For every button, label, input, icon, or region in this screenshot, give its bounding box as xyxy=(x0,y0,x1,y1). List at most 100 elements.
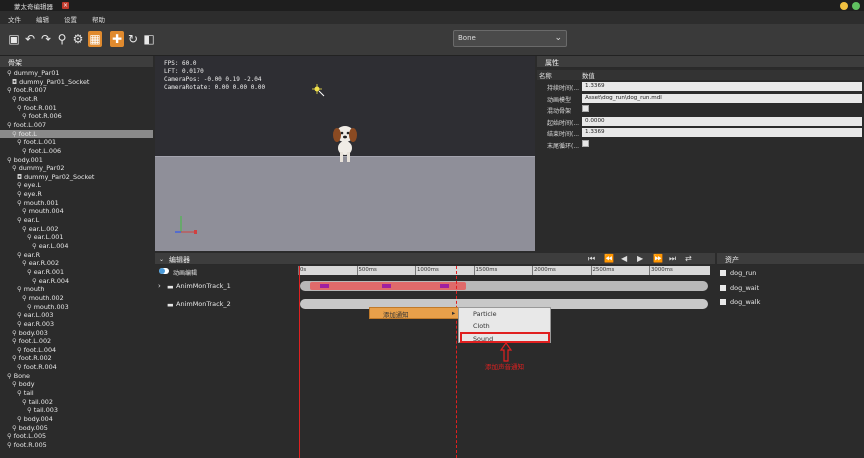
tree-item[interactable]: ⚲ ear.L.003 xyxy=(0,311,153,320)
cloth-item[interactable]: Cloth xyxy=(473,322,490,330)
tree-item[interactable]: ⚲ ear.R xyxy=(0,251,153,260)
step-forward-icon[interactable]: ⏩ xyxy=(653,254,663,263)
tree-item[interactable]: ◘ dummy_Par02_Socket xyxy=(0,173,153,182)
tree-item[interactable]: ⚲ ear.L.001 xyxy=(0,233,153,242)
tree-item[interactable]: ⚲ mouth.002 xyxy=(0,294,153,303)
tree-item[interactable]: ⚲ eye.R xyxy=(0,190,153,199)
collapse-chevron-icon[interactable]: ⌄ xyxy=(159,256,164,263)
track-expand-chevron-icon[interactable]: › xyxy=(158,282,161,290)
tree-item[interactable]: ⚲ foot.L.005 xyxy=(0,432,153,441)
tree-item[interactable]: ⚲ dummy_Par02 xyxy=(0,164,153,173)
property-checkbox[interactable] xyxy=(582,105,589,113)
tree-item[interactable]: ⚲ ear.R.004 xyxy=(0,277,153,286)
tree-item[interactable]: ⚲ mouth.004 xyxy=(0,207,153,216)
3d-viewport[interactable]: FPS: 60.0 LFT: 0.0170 CameraPos: -0.00 0… xyxy=(155,56,535,251)
bone-icon: ⚲ xyxy=(7,120,12,129)
menu-edit[interactable]: 编辑 xyxy=(36,14,49,24)
tree-item[interactable]: ⚲ foot.R.002 xyxy=(0,354,153,363)
tree-item[interactable]: ⚲ body xyxy=(0,380,153,389)
save-icon[interactable]: ▣ xyxy=(7,31,21,47)
tree-item[interactable]: ⚲ ear.L xyxy=(0,216,153,225)
tree-item[interactable]: ⚲ body.003 xyxy=(0,329,153,338)
tree-item[interactable]: ⚲ tail.002 xyxy=(0,398,153,407)
tree-item[interactable]: ⚲ foot.L.001 xyxy=(0,138,153,147)
menu-settings[interactable]: 设置 xyxy=(64,14,77,24)
tree-item[interactable]: ⚲ foot.R.005 xyxy=(0,441,153,450)
tree-item[interactable]: ⚲ tail.003 xyxy=(0,406,153,415)
location-pin-icon[interactable]: ⚲ xyxy=(55,31,69,47)
add-notify-item[interactable]: 添加通知 xyxy=(383,310,409,319)
tree-item[interactable]: ⚲ foot.R.004 xyxy=(0,363,153,372)
tree-item[interactable]: ⚲ foot.L.004 xyxy=(0,346,153,355)
tree-item[interactable]: ⚲ mouth xyxy=(0,285,153,294)
asset-item[interactable]: dog_wait xyxy=(720,284,759,296)
grid-icon[interactable]: ▦ xyxy=(88,31,102,47)
property-text-field[interactable]: Asset\dog_run\dog_run.mdl xyxy=(582,93,862,103)
tree-item[interactable]: ⚲ foot.L.002 xyxy=(0,337,153,346)
play-icon[interactable]: ▶ xyxy=(637,254,643,263)
step-back-icon[interactable]: ⏪ xyxy=(604,254,614,263)
tree-item[interactable]: ⚲ ear.R.002 xyxy=(0,259,153,268)
dog-model[interactable] xyxy=(330,122,360,166)
file-icon xyxy=(720,285,726,291)
tree-item[interactable]: ⚲ foot.L.006 xyxy=(0,147,153,156)
asset-item[interactable]: dog_run xyxy=(720,269,756,281)
track2-label[interactable]: AnimMonTrack_2 xyxy=(176,300,231,308)
tree-item[interactable]: ⚲ dummy_Par01 xyxy=(0,69,153,78)
track1-clip[interactable] xyxy=(310,282,466,290)
bone-select[interactable]: Bone ⌄ xyxy=(453,30,567,47)
tree-item[interactable]: ⚲ foot.L.007 xyxy=(0,121,153,130)
light-icon[interactable] xyxy=(312,84,326,98)
tree-item[interactable]: ⚲ foot.R.001 xyxy=(0,104,153,113)
property-checkbox[interactable] xyxy=(582,140,589,147)
tree-item[interactable]: ⚲ body.004 xyxy=(0,415,153,424)
tree-item[interactable]: ⚲ foot.R xyxy=(0,95,153,104)
tree-item[interactable]: ⚲ foot.R.006 xyxy=(0,112,153,121)
menu-help[interactable]: 帮助 xyxy=(92,14,105,24)
property-spinbox[interactable]: 1.3369 xyxy=(582,82,862,91)
scale-icon[interactable]: ◧ xyxy=(142,31,156,47)
asset-item[interactable]: dog_walk xyxy=(720,298,760,310)
sound-item[interactable]: Sound xyxy=(473,335,493,343)
property-spinbox[interactable]: 1.3369 xyxy=(582,128,862,138)
tree-item[interactable]: ⚲ ear.R.001 xyxy=(0,268,153,277)
minimize-icon[interactable] xyxy=(840,2,848,10)
playhead-cursor[interactable] xyxy=(456,266,457,458)
move-icon[interactable]: ✚ xyxy=(110,31,124,47)
tree-item[interactable]: ⚲ body.005 xyxy=(0,424,153,433)
tree-item[interactable]: ⚲ foot.R.007 xyxy=(0,86,153,95)
undo-icon[interactable]: ↶ xyxy=(23,31,37,47)
maximize-icon[interactable] xyxy=(852,2,860,10)
gear-icon[interactable]: ⚙ xyxy=(71,31,85,47)
menu-file[interactable]: 文件 xyxy=(8,14,21,24)
tree-item[interactable]: ⚲ eye.L xyxy=(0,181,153,190)
tree-item[interactable]: ⚲ mouth.003 xyxy=(0,303,153,312)
particle-item[interactable]: Particle xyxy=(473,310,497,318)
tree-item[interactable]: ⚲ ear.L.004 xyxy=(0,242,153,251)
notify-marker[interactable] xyxy=(382,284,391,288)
play-reverse-icon[interactable]: ◀ xyxy=(621,254,627,263)
loop-icon[interactable]: ⇄ xyxy=(685,254,692,263)
rotate-icon[interactable]: ↻ xyxy=(126,31,140,47)
track1-label[interactable]: AnimMonTrack_1 xyxy=(176,282,231,290)
tree-item[interactable]: ⚲ mouth.001 xyxy=(0,199,153,208)
skip-end-icon[interactable]: ⏭ xyxy=(669,254,676,264)
tree-item[interactable]: ⚲ ear.L.002 xyxy=(0,225,153,234)
redo-icon[interactable]: ↷ xyxy=(39,31,53,47)
tree-item[interactable]: ⚲ ear.R.003 xyxy=(0,320,153,329)
skeleton-panel-title: 骨架 xyxy=(8,59,22,67)
tree-item-label: foot.L.001 xyxy=(23,138,57,147)
tab-close-icon[interactable]: × xyxy=(62,2,69,9)
timeline-ruler[interactable]: 0s 500ms 1000ms 1500ms 2000ms 2500ms 3000ms xyxy=(298,266,710,275)
tree-item[interactable]: ⚲ Bone xyxy=(0,372,153,381)
tree-item[interactable]: ⚲ body.001 xyxy=(0,156,153,165)
tree-item[interactable]: ⚲ foot.L xyxy=(0,129,153,139)
notify-marker[interactable] xyxy=(440,284,449,288)
anim-edit-toggle[interactable] xyxy=(159,268,169,274)
tree-item[interactable]: ◘ dummy_Par01_Socket xyxy=(0,78,153,87)
tree-item[interactable]: ⚲ tail xyxy=(0,389,153,398)
property-spinbox[interactable]: 0.0000 xyxy=(582,116,862,126)
skip-start-icon[interactable]: ⏮ xyxy=(588,254,595,264)
playhead-start[interactable] xyxy=(299,266,300,458)
notify-marker[interactable] xyxy=(320,284,329,288)
